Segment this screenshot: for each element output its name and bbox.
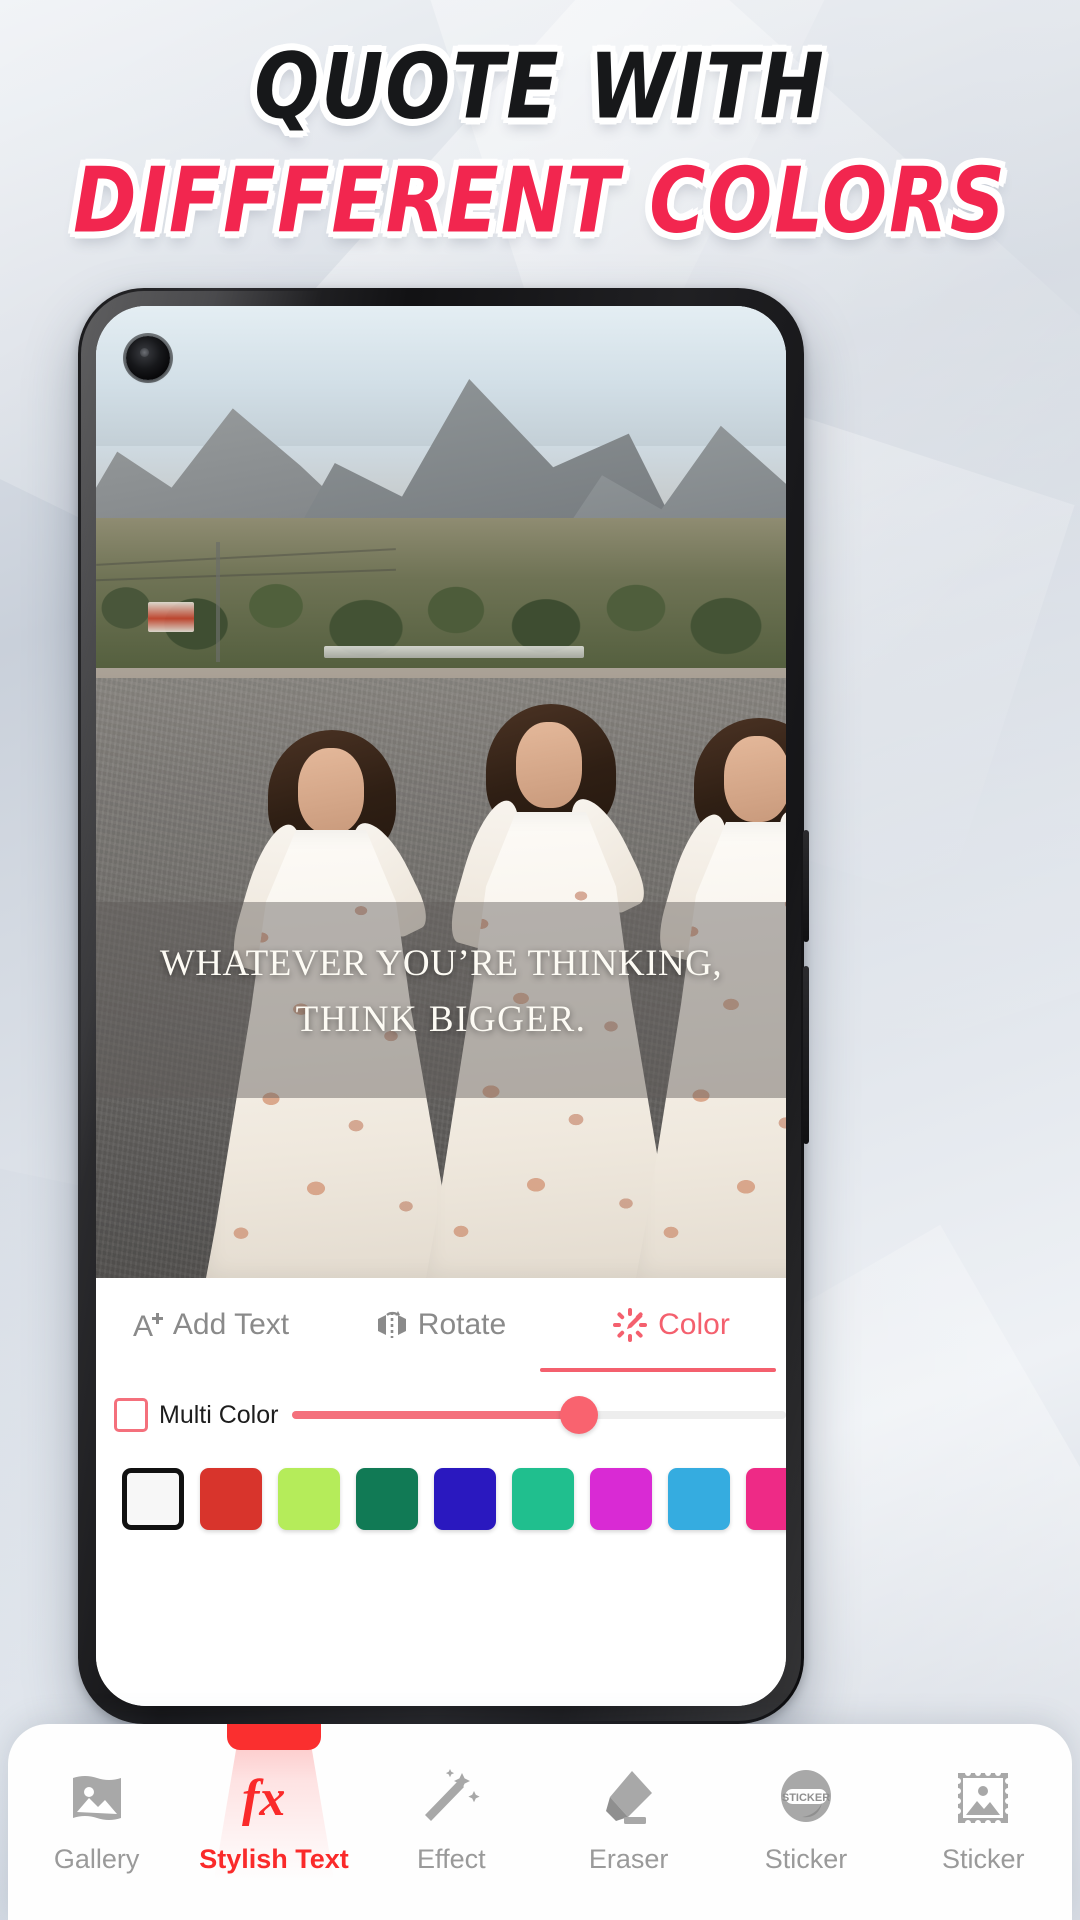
tab-color-label: Color	[658, 1308, 730, 1341]
quote-line-1: WHATEVER YOU’RE THINKING,	[159, 943, 723, 984]
color-swatch-emerald[interactable]	[512, 1468, 574, 1530]
color-swatch-indigo[interactable]	[434, 1468, 496, 1530]
sky-layer	[96, 306, 786, 446]
nav-item-sticker-frame[interactable]: Sticker	[895, 1724, 1072, 1875]
active-tab-underline	[540, 1368, 776, 1372]
quote-line-2: THINK BIGGER.	[295, 999, 587, 1041]
color-intensity-slider[interactable]	[292, 1396, 786, 1434]
nav-item-eraser[interactable]: Eraser	[540, 1724, 717, 1875]
color-swatch-white[interactable]	[122, 1468, 184, 1530]
nav-label-sticker-frame: Sticker	[942, 1844, 1025, 1874]
headline-line-1: QUOTE WITH	[254, 35, 826, 140]
editor-panel: A Add Text Rotate Color Multi Color	[96, 1278, 786, 1706]
phone-mockup: WHATEVER YOU’RE THINKING, THINK BIGGER. …	[78, 288, 809, 1724]
svg-text:A: A	[133, 1310, 153, 1341]
color-swatch-red[interactable]	[200, 1468, 262, 1530]
sticker-frame-icon	[952, 1766, 1014, 1830]
utility-pole	[216, 542, 220, 662]
eraser-icon	[598, 1766, 660, 1830]
rotate-icon	[376, 1309, 408, 1341]
promo-headline: QUOTE WITH DIFFFERENT COLORS	[0, 35, 1080, 246]
gallery-icon	[66, 1766, 128, 1830]
multi-color-row: Multi Color	[96, 1372, 786, 1458]
nav-label-stylish-text: Stylish Text	[199, 1844, 349, 1874]
fx-icon: fx	[240, 1766, 308, 1830]
sticker-badge-icon: STICKER	[775, 1766, 837, 1830]
tab-color[interactable]: Color	[556, 1278, 786, 1372]
model-head	[724, 736, 786, 822]
multi-color-checkbox[interactable]	[114, 1398, 148, 1432]
color-picker-icon	[612, 1307, 648, 1343]
nav-label-effect: Effect	[417, 1844, 486, 1874]
color-swatch-dark-green[interactable]	[356, 1468, 418, 1530]
nav-item-stylish-text[interactable]: fx Stylish Text	[185, 1724, 362, 1880]
phone-screen: WHATEVER YOU’RE THINKING, THINK BIGGER. …	[96, 306, 786, 1706]
model-head	[298, 748, 364, 834]
model-head	[516, 722, 582, 808]
color-swatch-list[interactable]	[96, 1458, 786, 1530]
guard-rail	[324, 646, 584, 658]
svg-text:STICKER: STICKER	[782, 1792, 830, 1804]
svg-text:fx: fx	[242, 1770, 285, 1827]
phone-power-button	[803, 966, 809, 1144]
slider-thumb[interactable]	[559, 1396, 598, 1434]
tab-rotate[interactable]: Rotate	[326, 1278, 556, 1372]
bottom-navigation-bar: Gallery fx Stylish Text Effect Eraser ST…	[8, 1724, 1072, 1920]
add-text-icon: A	[133, 1309, 163, 1341]
headline-line-2: DIFFFERENT COLORS	[73, 148, 1007, 253]
nav-label-gallery: Gallery	[53, 1844, 140, 1874]
color-swatch-sky-blue[interactable]	[668, 1468, 730, 1530]
nav-label-eraser: Eraser	[588, 1844, 669, 1874]
magic-wand-icon	[420, 1766, 482, 1830]
phone-volume-button	[803, 830, 809, 942]
color-swatch-lime[interactable]	[278, 1468, 340, 1530]
nav-item-sticker-badge[interactable]: STICKER Sticker	[717, 1724, 894, 1875]
color-swatch-pink[interactable]	[746, 1468, 786, 1530]
tab-add-text[interactable]: A Add Text	[96, 1278, 326, 1372]
nav-item-effect[interactable]: Effect	[363, 1724, 540, 1875]
tab-add-text-label: Add Text	[172, 1308, 290, 1341]
slider-fill	[292, 1411, 579, 1419]
quote-text[interactable]: WHATEVER YOU’RE THINKING, THINK BIGGER.	[96, 936, 786, 1048]
active-nav-indicator	[226, 1724, 321, 1750]
nav-label-sticker-badge: Sticker	[764, 1844, 848, 1874]
tab-rotate-label: Rotate	[417, 1308, 507, 1341]
editor-tabs: A Add Text Rotate Color	[96, 1278, 786, 1372]
photo-canvas[interactable]: WHATEVER YOU’RE THINKING, THINK BIGGER.	[96, 306, 786, 1278]
front-camera-icon	[126, 336, 170, 380]
nav-item-gallery[interactable]: Gallery	[8, 1724, 185, 1875]
roadside-sign	[148, 602, 194, 632]
color-swatch-magenta[interactable]	[590, 1468, 652, 1530]
multi-color-label: Multi Color	[159, 1400, 279, 1429]
